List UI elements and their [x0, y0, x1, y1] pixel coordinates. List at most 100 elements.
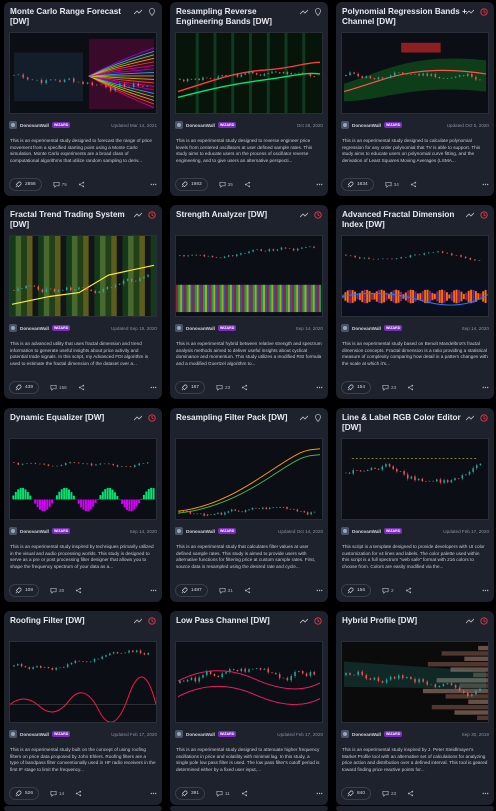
avatar[interactable] [9, 121, 17, 129]
script-title[interactable]: Resampling Filter Pack [DW] [176, 413, 304, 423]
chart-thumbnail[interactable] [175, 32, 323, 114]
author-name[interactable]: DonovanWall [20, 123, 49, 128]
script-card[interactable]: Roofing Filter [DW] DonovanWall WIZARD U… [4, 611, 162, 805]
comments-button[interactable]: 20 [50, 587, 64, 594]
author-name[interactable]: DonovanWall [186, 326, 215, 331]
more-button[interactable] [316, 587, 323, 594]
chart-thumbnail[interactable] [341, 438, 489, 520]
boost-button[interactable]: 439 [9, 380, 40, 394]
author-name[interactable]: DonovanWall [20, 732, 49, 737]
script-title[interactable]: Strength Analyzer [DW] [176, 210, 304, 220]
chart-thumbnail[interactable] [341, 641, 489, 723]
comments-button[interactable]: 14 [50, 790, 64, 797]
script-title[interactable]: Hybrid Profile [DW] [342, 616, 470, 626]
chart-thumbnail[interactable] [341, 235, 489, 317]
more-button[interactable] [482, 587, 489, 594]
share-button[interactable] [75, 587, 82, 594]
avatar[interactable] [9, 324, 17, 332]
comments-button[interactable]: 158 [50, 384, 67, 391]
chart-thumbnail[interactable] [175, 235, 323, 317]
script-card-partial[interactable] [170, 806, 328, 811]
boost-button[interactable]: 840 [341, 786, 372, 800]
share-button[interactable] [244, 587, 251, 594]
script-card[interactable]: Fractal Trend Trading System [DW] Donova… [4, 205, 162, 399]
boost-button[interactable]: 1983 [175, 177, 208, 191]
boost-button[interactable]: 391 [175, 786, 206, 800]
script-title[interactable]: Fractal Trend Trading System [DW] [10, 210, 138, 230]
script-card-partial[interactable] [336, 806, 494, 811]
author-name[interactable]: DonovanWall [20, 529, 49, 534]
comments-button[interactable]: 31 [219, 587, 233, 594]
share-button[interactable] [241, 790, 248, 797]
avatar[interactable] [341, 324, 349, 332]
share-button[interactable] [244, 181, 251, 188]
script-title[interactable]: Polynomial Regression Bands + Channel [D… [342, 7, 470, 27]
script-card[interactable]: Resampling Filter Pack [DW] DonovanWall … [170, 408, 328, 602]
boost-button[interactable]: 2856 [9, 177, 42, 191]
script-card-partial[interactable] [4, 806, 162, 811]
more-button[interactable] [316, 384, 323, 391]
comments-button[interactable]: 2 [382, 587, 394, 594]
script-card[interactable]: Hybrid Profile [DW] DonovanWall WIZARD S… [336, 611, 494, 805]
chart-thumbnail[interactable] [175, 641, 323, 723]
avatar[interactable] [175, 730, 183, 738]
author-name[interactable]: DonovanWall [186, 732, 215, 737]
more-button[interactable] [316, 181, 323, 188]
boost-button[interactable]: 167 [175, 380, 206, 394]
boost-button[interactable]: 1487 [175, 583, 208, 597]
share-button[interactable] [78, 384, 85, 391]
share-button[interactable] [410, 181, 417, 188]
comments-button[interactable]: 23 [382, 384, 396, 391]
avatar[interactable] [9, 730, 17, 738]
share-button[interactable] [75, 790, 82, 797]
script-title[interactable]: Resampling Reverse Engineering Bands [DW… [176, 7, 304, 27]
script-title[interactable]: Low Pass Channel [DW] [176, 616, 304, 626]
author-name[interactable]: DonovanWall [352, 529, 381, 534]
share-button[interactable] [78, 181, 85, 188]
script-card[interactable]: Dynamic Equalizer [DW] DonovanWall WIZAR… [4, 408, 162, 602]
script-title[interactable]: Line & Label RGB Color Editor [DW] [342, 413, 470, 433]
avatar[interactable] [175, 121, 183, 129]
script-card[interactable]: Advanced Fractal Dimension Index [DW] Do… [336, 205, 494, 399]
more-button[interactable] [482, 790, 489, 797]
chart-thumbnail[interactable] [175, 438, 323, 520]
avatar[interactable] [175, 527, 183, 535]
script-card[interactable]: Strength Analyzer [DW] DonovanWall WIZAR… [170, 205, 328, 399]
boost-button[interactable]: 108 [9, 583, 40, 597]
more-button[interactable] [482, 384, 489, 391]
share-button[interactable] [405, 587, 412, 594]
script-title[interactable]: Monte Carlo Range Forecast [DW] [10, 7, 138, 27]
chart-thumbnail[interactable] [9, 438, 157, 520]
comments-button[interactable]: 11 [216, 790, 230, 797]
comments-button[interactable]: 34 [385, 181, 399, 188]
script-title[interactable]: Roofing Filter [DW] [10, 616, 138, 626]
chart-thumbnail[interactable] [341, 32, 489, 114]
share-button[interactable] [407, 790, 414, 797]
more-button[interactable] [150, 181, 157, 188]
script-card[interactable]: Line & Label RGB Color Editor [DW] Donov… [336, 408, 494, 602]
share-button[interactable] [407, 384, 414, 391]
more-button[interactable] [482, 181, 489, 188]
share-button[interactable] [241, 384, 248, 391]
chart-thumbnail[interactable] [9, 641, 157, 723]
script-title[interactable]: Dynamic Equalizer [DW] [10, 413, 138, 423]
boost-button[interactable]: 1634 [341, 177, 374, 191]
comments-button[interactable]: 35 [219, 181, 233, 188]
avatar[interactable] [341, 527, 349, 535]
boost-button[interactable]: 154 [341, 380, 372, 394]
chart-thumbnail[interactable] [9, 235, 157, 317]
comments-button[interactable]: 23 [216, 384, 230, 391]
script-card[interactable]: Polynomial Regression Bands + Channel [D… [336, 2, 494, 196]
author-name[interactable]: DonovanWall [352, 123, 381, 128]
avatar[interactable] [175, 324, 183, 332]
boost-button[interactable]: 526 [9, 786, 40, 800]
script-title[interactable]: Advanced Fractal Dimension Index [DW] [342, 210, 470, 230]
comments-button[interactable]: 23 [382, 790, 396, 797]
author-name[interactable]: DonovanWall [186, 529, 215, 534]
more-button[interactable] [316, 790, 323, 797]
script-card[interactable]: Low Pass Channel [DW] DonovanWall WIZARD… [170, 611, 328, 805]
author-name[interactable]: DonovanWall [186, 123, 215, 128]
author-name[interactable]: DonovanWall [352, 732, 381, 737]
author-name[interactable]: DonovanWall [20, 326, 49, 331]
author-name[interactable]: DonovanWall [352, 326, 381, 331]
